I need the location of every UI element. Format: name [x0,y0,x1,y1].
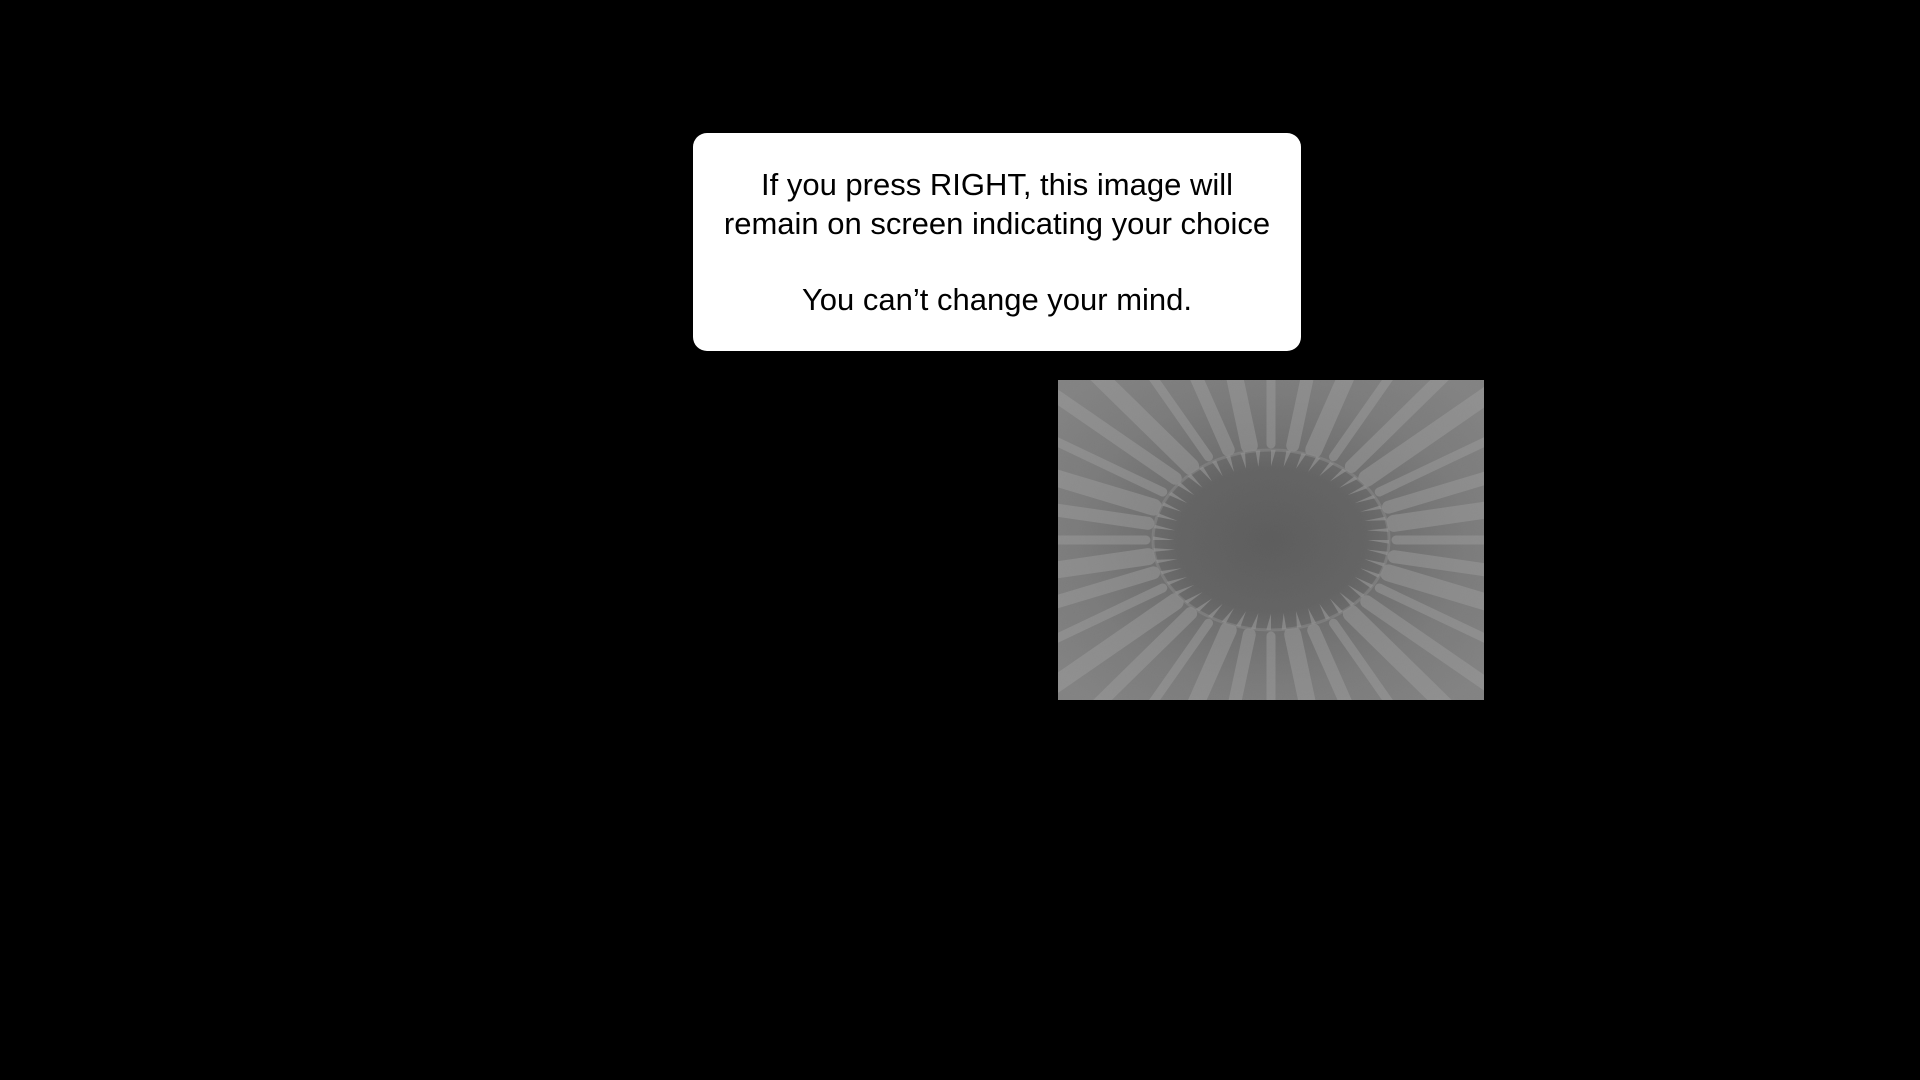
instruction-line-2: remain on screen indicating your choice [723,206,1271,241]
radial-fractal-image-icon [1058,380,1484,700]
instruction-dialog: If you press RIGHT, this image will rema… [693,133,1301,351]
stimulus-image-right [1058,380,1484,700]
instruction-line-1: If you press RIGHT, this image will [760,167,1234,202]
instruction-warning: You can’t change your mind. [801,282,1193,317]
